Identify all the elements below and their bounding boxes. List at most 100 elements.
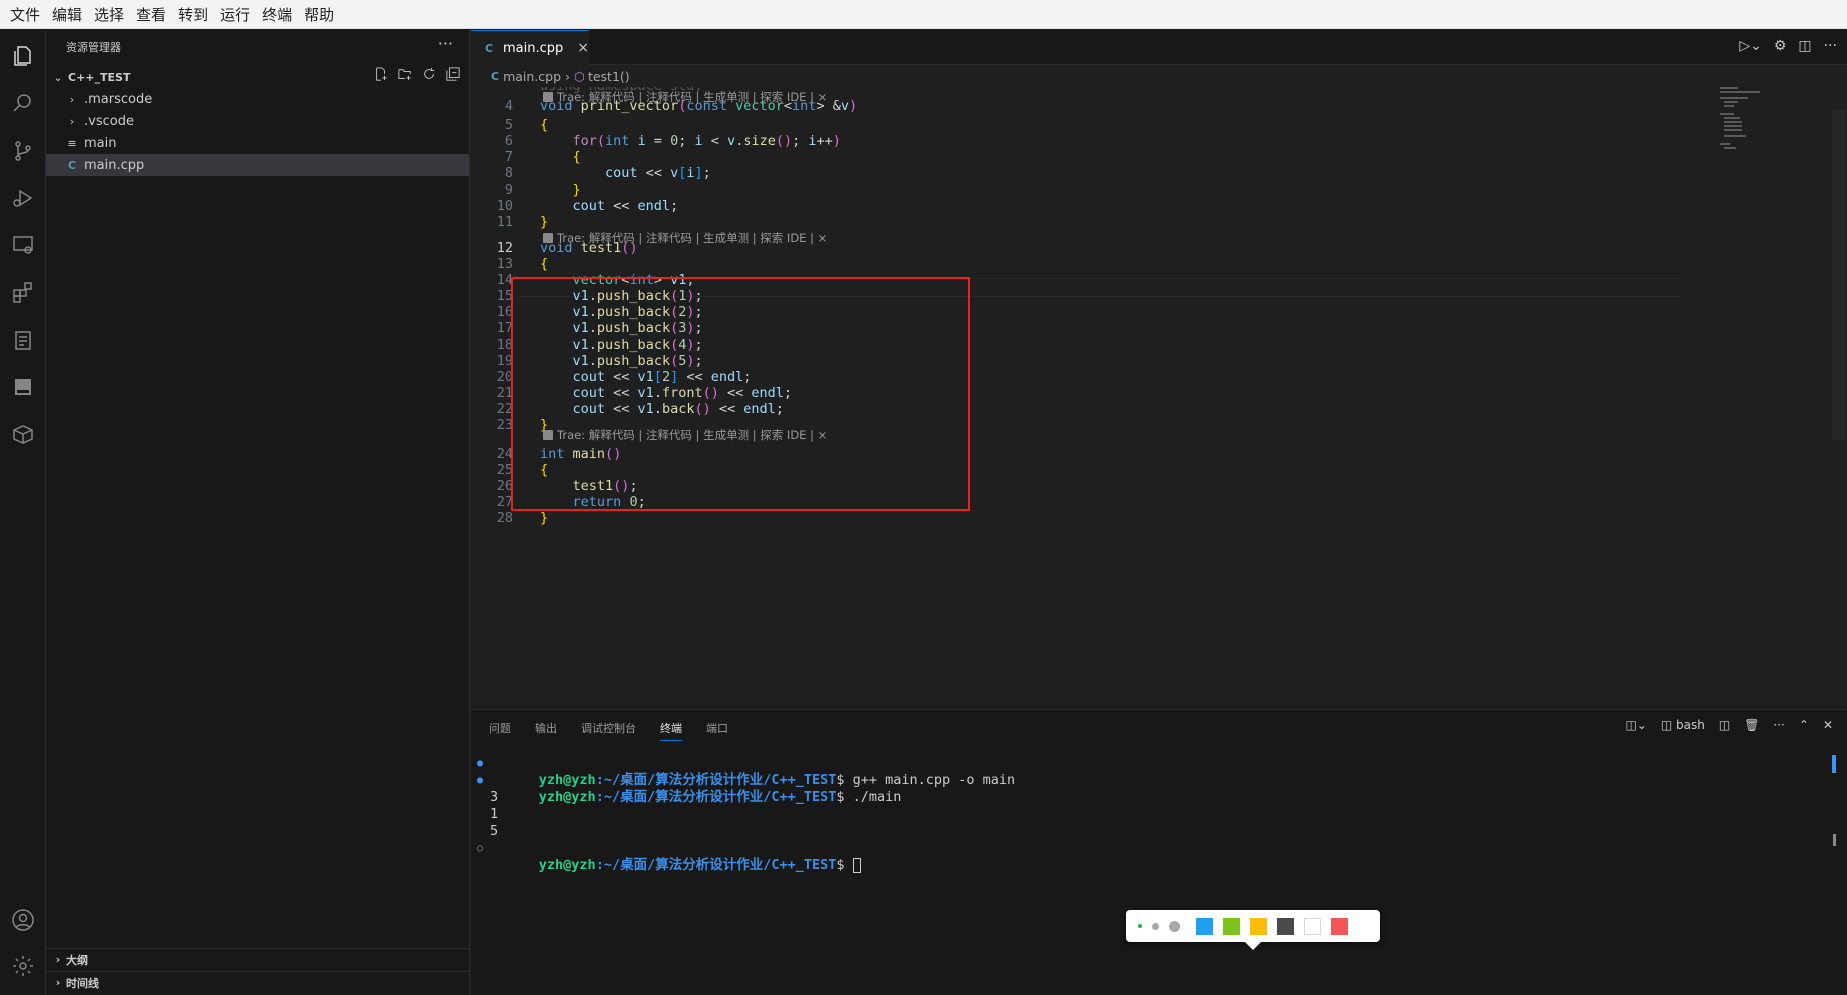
close-icon[interactable]: × xyxy=(577,40,589,56)
chevron-right-icon: › xyxy=(69,114,75,128)
run-icon[interactable]: ▷⌄ xyxy=(1739,38,1762,54)
tab-main-cpp[interactable]: C main.cpp × xyxy=(471,30,589,65)
method-icon: ⬡ xyxy=(574,68,585,84)
timeline-section[interactable]: › 时间线 xyxy=(46,971,469,993)
tab-ports[interactable]: 端口 xyxy=(706,720,728,741)
cpp-file-icon: C xyxy=(67,158,77,172)
trae-icon xyxy=(543,233,553,243)
terminal-output-line: 3 xyxy=(490,789,499,805)
split-terminal-icon[interactable]: ◫ xyxy=(1719,718,1730,732)
color-swatch-blue[interactable] xyxy=(1196,917,1213,935)
brush-size-small[interactable] xyxy=(1138,924,1142,928)
tab-debug-console[interactable]: 调试控制台 xyxy=(581,720,636,741)
tree-item-main-cpp[interactable]: C main.cpp xyxy=(46,154,469,176)
tree-item-marscode[interactable]: › .marscode xyxy=(46,88,469,110)
source-control-icon[interactable] xyxy=(9,137,37,165)
extensions-icon[interactable] xyxy=(9,278,37,306)
color-swatch-green[interactable] xyxy=(1223,917,1240,935)
tree-item-vscode[interactable]: › .vscode xyxy=(46,110,469,132)
brush-size-medium[interactable] xyxy=(1152,922,1159,930)
code-line: 4 void print_vector(const vector<int> &v) xyxy=(471,97,1711,116)
chevron-right-icon: › xyxy=(565,68,571,84)
chevron-right-icon: › xyxy=(69,92,75,106)
annotation-color-picker xyxy=(1126,910,1380,942)
menu-run[interactable]: 运行 xyxy=(214,4,256,25)
menu-view[interactable]: 查看 xyxy=(130,4,172,25)
editor-scrollbar[interactable] xyxy=(1832,110,1846,440)
tab-label: main.cpp xyxy=(503,40,564,56)
terminal-output[interactable]: ● yzh@yzh:~/桌面/算法分析设计作业/C++_TEST$ g++ mai… xyxy=(471,755,1811,873)
trash-icon[interactable]: 🗑 xyxy=(1744,718,1759,732)
collapse-all-icon[interactable] xyxy=(445,66,461,82)
color-swatch-white[interactable] xyxy=(1304,917,1321,935)
color-swatch-yellow[interactable] xyxy=(1250,917,1267,935)
settings-gear-icon[interactable] xyxy=(9,952,37,980)
run-debug-icon[interactable] xyxy=(9,184,37,212)
sidebar-more-button[interactable]: ··· xyxy=(438,34,453,53)
menu-go[interactable]: 转到 xyxy=(172,4,214,25)
color-swatch-dark[interactable] xyxy=(1277,917,1294,935)
code-line: 28} xyxy=(471,509,1711,528)
breadcrumb-file[interactable]: main.cpp xyxy=(503,69,561,84)
explorer-sidebar: 资源管理器 ··· ⌄ C++_TEST › .marscode › .vsco… xyxy=(46,30,470,995)
code-text: } xyxy=(540,510,549,526)
brush-size-large[interactable] xyxy=(1169,920,1180,932)
command-decoration-icon: ● xyxy=(477,758,484,769)
activity-bar xyxy=(0,30,46,995)
search-icon[interactable] xyxy=(9,89,37,117)
remote-explorer-icon[interactable] xyxy=(9,231,37,259)
minimap[interactable] xyxy=(1718,87,1838,187)
explorer-icon[interactable] xyxy=(9,42,37,70)
more-icon[interactable]: ··· xyxy=(1824,38,1837,54)
close-panel-icon[interactable]: ✕ xyxy=(1823,718,1833,732)
outline-section[interactable]: › 大纲 xyxy=(46,948,469,970)
more-icon[interactable]: ··· xyxy=(1773,718,1784,732)
shell-name: bash xyxy=(1676,718,1705,732)
tab-terminal[interactable]: 终端 xyxy=(660,720,682,741)
split-editor-icon[interactable]: ◫ xyxy=(1798,38,1811,54)
maximize-panel-icon[interactable]: ⌃ xyxy=(1799,718,1809,732)
menu-selection[interactable]: 选择 xyxy=(88,4,130,25)
tree-item-label: main xyxy=(84,135,117,151)
menu-file[interactable]: 文件 xyxy=(4,4,46,25)
line-number: 4 xyxy=(504,98,513,114)
refresh-icon[interactable] xyxy=(421,66,437,82)
breadcrumb: C main.cpp › ⬡ test1() xyxy=(471,65,1847,87)
new-file-icon[interactable] xyxy=(373,66,389,82)
tree-item-label: .marscode xyxy=(84,91,153,107)
gear-icon[interactable]: ⚙ xyxy=(1774,38,1787,54)
breadcrumb-symbol[interactable]: test1() xyxy=(588,69,630,84)
terminal-output-line: 1 xyxy=(490,806,499,822)
text-file-icon: ≡ xyxy=(67,136,77,150)
line-number: 11 xyxy=(496,214,513,230)
bottom-panel: 问题 输出 调试控制台 终端 端口 ◫⌄ ◫ bash ◫ 🗑 ··· ⌃ ✕ … xyxy=(471,709,1847,995)
chevron-right-icon: › xyxy=(55,953,61,966)
terminal-scroll-marker xyxy=(1833,834,1836,846)
new-terminal-icon[interactable]: ◫⌄ xyxy=(1625,718,1646,732)
menu-edit[interactable]: 编辑 xyxy=(46,4,88,25)
command-decoration-icon: ○ xyxy=(477,843,484,854)
tab-output[interactable]: 输出 xyxy=(535,720,557,741)
account-icon[interactable] xyxy=(9,906,37,934)
menu-terminal[interactable]: 终端 xyxy=(256,4,298,25)
menu-help[interactable]: 帮助 xyxy=(298,4,340,25)
color-swatch-red[interactable] xyxy=(1331,917,1348,935)
terminal-line: ● yzh@yzh:~/桌面/算法分析设计作业/C++_TEST$ g++ mai… xyxy=(471,755,1811,788)
editor-tab-bar: C main.cpp × ▷⌄ ⚙ ◫ ··· xyxy=(471,30,1847,65)
panel-actions: ◫⌄ ◫ bash ◫ 🗑 ··· ⌃ ✕ xyxy=(1625,718,1833,732)
chevron-down-icon: ⌄ xyxy=(53,70,63,84)
menu-bar: 文件 编辑 选择 查看 转到 运行 终端 帮助 xyxy=(0,0,1847,29)
package-icon[interactable] xyxy=(9,420,37,448)
terminal-output-line: 5 xyxy=(490,823,499,839)
codelens-trae[interactable]: Trae: 解释代码 | 注释代码 | 生成单测 | 探索 IDE | × xyxy=(543,230,827,246)
terminal-line: ● yzh@yzh:~/桌面/算法分析设计作业/C++_TEST$ ./main xyxy=(471,772,1811,805)
new-folder-icon[interactable] xyxy=(397,66,413,82)
panel-icon[interactable] xyxy=(9,373,37,401)
testing-icon[interactable] xyxy=(9,326,37,354)
tree-item-main[interactable]: ≡ main xyxy=(46,132,469,154)
tab-problems[interactable]: 问题 xyxy=(489,720,511,741)
tree-item-label: .vscode xyxy=(84,113,134,129)
line-number: 23 xyxy=(496,417,513,433)
terminal-shell-selector[interactable]: ◫ bash xyxy=(1661,718,1705,732)
chevron-right-icon: › xyxy=(55,976,61,989)
